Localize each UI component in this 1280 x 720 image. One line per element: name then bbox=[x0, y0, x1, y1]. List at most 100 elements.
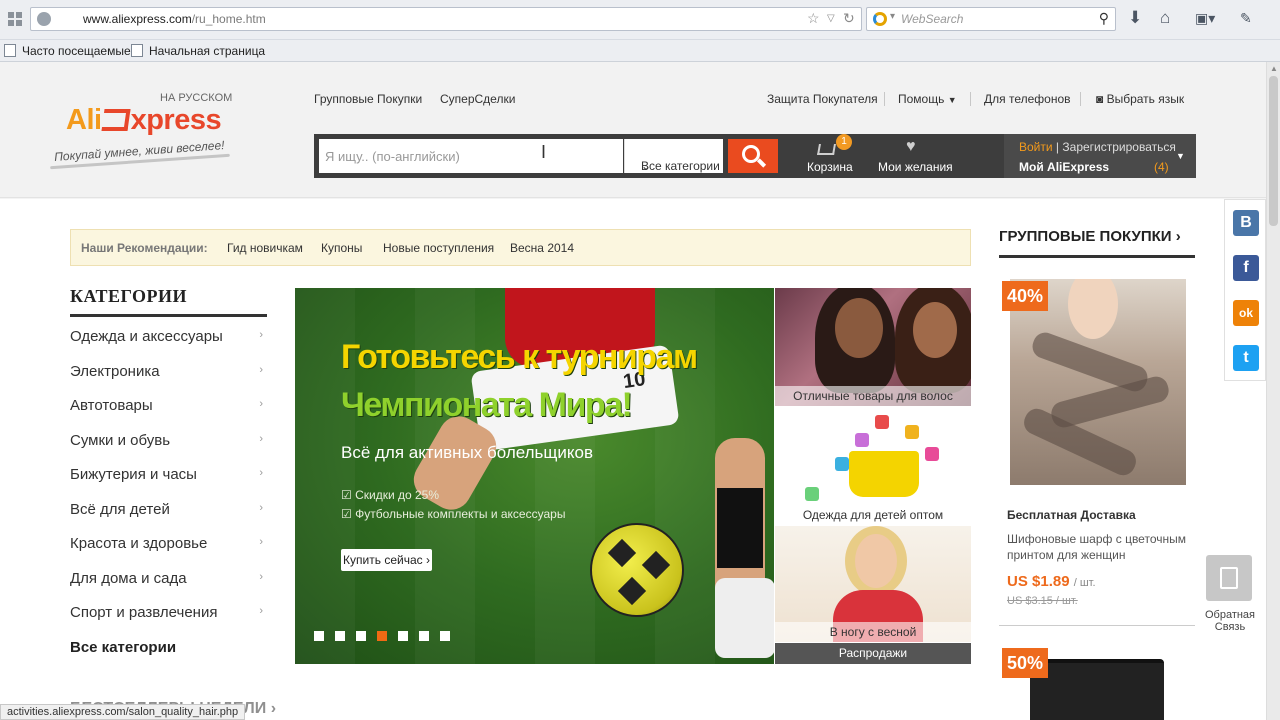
free-shipping-label: Бесплатная Доставка bbox=[1007, 508, 1136, 522]
football-image bbox=[590, 523, 684, 617]
product-title[interactable]: Шифоновые шарф с цветочным принтом для ж… bbox=[1007, 531, 1193, 563]
pin-icon[interactable]: ✎ bbox=[1240, 10, 1252, 27]
chevron-right-icon: › bbox=[259, 502, 263, 514]
chevron-right-icon: › bbox=[259, 433, 263, 445]
promo-hair[interactable]: Отличные товары для волос bbox=[775, 288, 971, 406]
buy-now-button[interactable]: Купить сейчас › bbox=[341, 549, 432, 571]
carousel-dot[interactable] bbox=[335, 631, 345, 641]
bookmark-star-icon[interactable]: ☆ bbox=[807, 10, 820, 27]
rec-link-new-arrivals[interactable]: Новые поступления bbox=[383, 241, 494, 255]
wishlist-label: Мои желания bbox=[878, 160, 953, 174]
product-image[interactable] bbox=[1030, 659, 1164, 720]
globe-icon: ◙ bbox=[1096, 92, 1104, 106]
facebook-icon[interactable]: f bbox=[1233, 255, 1259, 281]
cart-button[interactable]: 1 Корзина bbox=[802, 134, 858, 174]
rec-link-coupons[interactable]: Купоны bbox=[321, 241, 362, 255]
product-search-input[interactable]: Я ищу.. (по-английски) I bbox=[319, 139, 623, 173]
carousel-dot[interactable] bbox=[398, 631, 408, 641]
chevron-down-icon[interactable]: ▼ bbox=[1176, 151, 1185, 161]
category-item[interactable]: Спорт и развлечения › bbox=[70, 604, 267, 621]
chevron-down-icon: ⌄ bbox=[641, 159, 652, 173]
aliexpress-logo[interactable]: Ali xpress bbox=[66, 104, 222, 137]
feedback-label: Обратная Связь bbox=[1204, 609, 1256, 633]
carousel-dot[interactable] bbox=[440, 631, 450, 641]
address-bar[interactable]: www.aliexpress.com/ru_home.htm ☆ ▽ ↻ bbox=[30, 7, 862, 31]
twitter-icon[interactable]: t bbox=[1233, 345, 1259, 371]
divider bbox=[884, 92, 885, 106]
carousel-dot[interactable] bbox=[419, 631, 429, 641]
carousel-dot[interactable] bbox=[314, 631, 324, 641]
search-engine-icon[interactable] bbox=[873, 12, 887, 26]
all-categories-link[interactable]: Все категории bbox=[70, 639, 267, 656]
search-button[interactable] bbox=[728, 139, 778, 173]
wishlist-button[interactable]: ♥ Мои желания bbox=[872, 138, 956, 174]
recommendations-bar: Наши Рекомендации: Гид новичкам Купоны Н… bbox=[70, 229, 971, 266]
group-buy-title[interactable]: ГРУППОВЫЕ ПОКУПКИ › bbox=[999, 228, 1181, 245]
browser-search-field[interactable]: ▾ WebSearch ⚲ bbox=[866, 7, 1116, 31]
nav-phones[interactable]: Для телефонов bbox=[984, 92, 1071, 106]
nav-buyer-protection[interactable]: Защита Покупателя bbox=[767, 92, 878, 106]
nav-group-buy[interactable]: Групповые Покупки bbox=[314, 92, 422, 106]
login-link[interactable]: Войти bbox=[1019, 140, 1053, 154]
cart-logo-icon bbox=[101, 109, 131, 131]
rec-link-spring[interactable]: Весна 2014 bbox=[510, 241, 574, 255]
bookmark-start-page[interactable]: Начальная страница bbox=[149, 44, 265, 58]
category-item[interactable]: Одежда и аксессуары › bbox=[70, 328, 267, 345]
divider bbox=[1080, 92, 1081, 106]
banner-bullet: ☑ Футбольные комплекты и аксессуары bbox=[341, 507, 566, 521]
search-icon[interactable]: ⚲ bbox=[1099, 10, 1109, 27]
account-menu[interactable]: Войти | Зарегистрироваться Мой AliExpres… bbox=[1004, 134, 1196, 178]
carousel-dot[interactable] bbox=[356, 631, 366, 641]
history-dropdown-icon[interactable]: ▽ bbox=[827, 13, 835, 24]
scroll-thumb[interactable] bbox=[1269, 76, 1278, 226]
banner-subtitle: Всё для активных болельщиков bbox=[341, 443, 594, 462]
promo-caption: Отличные товары для волос bbox=[775, 386, 971, 406]
chevron-right-icon: › bbox=[259, 605, 263, 617]
reload-icon[interactable]: ↻ bbox=[843, 10, 855, 27]
download-icon[interactable]: ⬇ bbox=[1128, 8, 1142, 28]
chevron-right-icon: › bbox=[259, 398, 263, 410]
chevron-right-icon: › bbox=[259, 364, 263, 376]
discount-badge: 40% bbox=[1002, 281, 1048, 311]
nav-help[interactable]: Помощь ▼ bbox=[898, 92, 957, 106]
category-item[interactable]: Всё для детей › bbox=[70, 501, 267, 518]
nav-super-deals[interactable]: СуперСделки bbox=[440, 92, 515, 106]
home-icon[interactable]: ⌂ bbox=[1160, 8, 1170, 28]
promo-kids-clothes[interactable]: Одежда для детей оптом bbox=[775, 407, 971, 525]
banner-headline-1: Готовьтесь к турнирам bbox=[341, 338, 698, 376]
vk-icon[interactable]: B bbox=[1233, 210, 1259, 236]
search-placeholder: Я ищу.. (по-английски) bbox=[325, 149, 460, 164]
bookmark-page-icon bbox=[131, 44, 143, 57]
category-item[interactable]: Для дома и сада › bbox=[70, 570, 267, 587]
page-scrollbar[interactable]: ▲ bbox=[1266, 62, 1280, 720]
scroll-up-icon[interactable]: ▲ bbox=[1270, 64, 1278, 73]
register-link[interactable]: Зарегистрироваться bbox=[1062, 140, 1175, 154]
categories-title: КАТЕГОРИИ bbox=[70, 286, 187, 306]
browser-toolbar: www.aliexpress.com/ru_home.htm ☆ ▽ ↻ ▾ W… bbox=[0, 0, 1280, 40]
promo-spring[interactable]: В ногу с весной bbox=[775, 526, 971, 642]
tab-grid-icon[interactable] bbox=[8, 12, 22, 26]
odnoklassniki-icon[interactable]: ok bbox=[1233, 300, 1259, 326]
chevron-right-icon: › bbox=[259, 571, 263, 583]
promo-caption: Одежда для детей оптом bbox=[775, 505, 971, 525]
category-select[interactable]: Все категории ⌄ bbox=[624, 139, 723, 173]
sales-link[interactable]: Распродажи bbox=[775, 643, 971, 664]
category-item[interactable]: Сумки и обувь › bbox=[70, 432, 267, 449]
rec-link-newbie-guide[interactable]: Гид новичкам bbox=[227, 241, 303, 255]
category-item[interactable]: Красота и здоровье › bbox=[70, 535, 267, 552]
chevron-down-icon[interactable]: ▾ bbox=[890, 11, 895, 22]
bookmark-most-visited[interactable]: Часто посещаемые bbox=[22, 44, 131, 58]
category-item[interactable]: Автотовары › bbox=[70, 397, 267, 414]
nav-language[interactable]: ◙ Выбрать язык bbox=[1096, 92, 1184, 106]
hero-banner[interactable]: 10 Готовьтесь к турнирам Чемпионата Мира… bbox=[295, 288, 774, 664]
search-bar: Я ищу.. (по-английски) I Все категории ⌄… bbox=[314, 134, 1196, 178]
category-item[interactable]: Электроника › bbox=[70, 363, 267, 380]
addon-icon[interactable]: ▣▾ bbox=[1195, 10, 1215, 27]
chevron-right-icon: › bbox=[259, 329, 263, 341]
carousel-dot-active[interactable] bbox=[377, 631, 387, 641]
my-aliexpress-link[interactable]: Мой AliExpress bbox=[1019, 160, 1109, 174]
globe-icon bbox=[37, 12, 51, 26]
heart-icon: ♥ bbox=[906, 138, 916, 155]
category-item[interactable]: Бижутерия и часы › bbox=[70, 466, 267, 483]
cart-icon bbox=[817, 144, 836, 155]
